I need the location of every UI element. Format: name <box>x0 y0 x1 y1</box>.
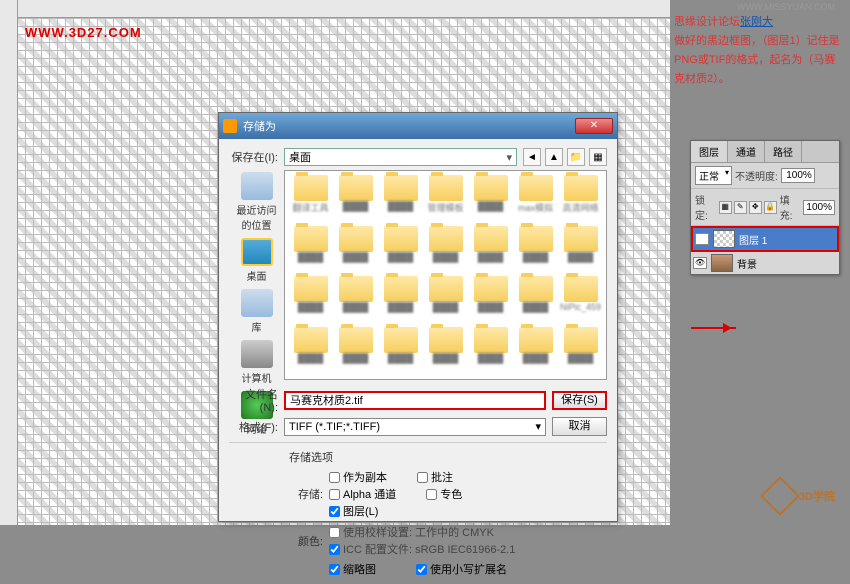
chk-lowercase[interactable]: 使用小写扩展名 <box>416 561 507 577</box>
folder-item[interactable]: 高清网络大图 <box>559 175 602 224</box>
app-icon <box>223 119 237 133</box>
watermark-side: WWW.MISSYUAN.COM <box>737 2 835 12</box>
save-options-label: 存储: <box>289 486 329 502</box>
folder-item[interactable]: ████ <box>559 327 602 376</box>
tab-layers[interactable]: 图层 <box>691 141 728 162</box>
lock-paint-icon[interactable]: ✎ <box>734 201 747 214</box>
folder-item[interactable]: ████ <box>334 175 377 224</box>
watermark-main: WWW.3D27.COM <box>25 25 142 40</box>
file-list[interactable]: 翻译工具████████管理模板文件████max模拟高清网络大图███████… <box>284 170 607 380</box>
back-icon[interactable]: ◄ <box>523 148 541 166</box>
fill-label: 填充: <box>780 192 801 222</box>
filename-label: 文件名(N): <box>229 386 284 414</box>
folder-item[interactable]: 管理模板文件 <box>424 175 467 224</box>
visibility-icon[interactable]: 👁 <box>693 257 707 269</box>
opacity-input[interactable]: 100% <box>781 168 815 183</box>
folder-item[interactable]: ████ <box>379 226 422 275</box>
place-recent[interactable]: 最近访问的位置 <box>233 172 281 232</box>
folder-item[interactable]: ████ <box>469 276 512 325</box>
save-as-dialog: 存储为 ✕ 保存在(I): 桌面 ◄ ▲ 📁 ▦ 最近访问的位置 桌面 库 计算… <box>218 112 618 522</box>
color-label: 颜色: <box>289 533 329 549</box>
folder-item[interactable]: ████ <box>469 327 512 376</box>
layers-panel: 图层 通道 路径 正常 不透明度: 100% 锁定: ▦ ✎ ✥ 🔒 填充: 1… <box>690 140 840 275</box>
folder-item[interactable]: NiPic_459 <box>559 276 602 325</box>
lock-all-icon[interactable]: 🔒 <box>764 201 777 214</box>
format-combo[interactable]: TIFF (*.TIF;*.TIFF) <box>284 418 546 436</box>
folder-item[interactable]: 翻译工具 <box>289 175 332 224</box>
options-title: 存储选项 <box>289 449 607 465</box>
folder-item[interactable]: ████ <box>289 226 332 275</box>
folder-item[interactable]: ████ <box>334 226 377 275</box>
places-bar: 最近访问的位置 桌面 库 计算机 网络 <box>229 170 284 380</box>
save-button[interactable]: 保存(S) <box>552 391 607 410</box>
toolbar-icons: ◄ ▲ 📁 ▦ <box>523 148 607 166</box>
place-library[interactable]: 库 <box>233 289 281 334</box>
chk-thumbnail[interactable]: 缩略图 <box>329 561 376 577</box>
folder-item[interactable]: ████ <box>424 327 467 376</box>
folder-item[interactable]: ████ <box>379 175 422 224</box>
chk-layers[interactable]: 图层(L) <box>329 503 378 519</box>
lock-label: 锁定: <box>695 192 716 222</box>
lock-transparent-icon[interactable]: ▦ <box>719 201 732 214</box>
filename-input[interactable]: 马赛克材质2.tif <box>284 391 546 410</box>
folder-item[interactable]: ████ <box>334 276 377 325</box>
folder-item[interactable]: ████ <box>379 327 422 376</box>
fill-input[interactable]: 100% <box>803 200 835 215</box>
folder-item[interactable]: ████ <box>289 276 332 325</box>
visibility-icon[interactable]: 👁 <box>695 233 709 245</box>
side-area: WWW.MISSYUAN.COM 思缘设计论坛张刚大 做好的黑边框图，（图层1）… <box>670 0 850 525</box>
tab-paths[interactable]: 路径 <box>765 141 802 162</box>
folder-item[interactable]: ████ <box>469 175 512 224</box>
logo-3d: 3D学院 <box>766 482 835 510</box>
folder-item[interactable]: ████ <box>379 276 422 325</box>
dialog-title: 存储为 <box>243 118 575 134</box>
folder-item[interactable]: max模拟 <box>514 175 557 224</box>
chk-proof[interactable]: 使用校样设置: 工作中的 CMYK <box>329 524 494 540</box>
folder-item[interactable]: ████ <box>424 226 467 275</box>
format-label: 格式(F): <box>229 419 284 435</box>
place-computer[interactable]: 计算机 <box>233 340 281 385</box>
close-button[interactable]: ✕ <box>575 118 613 134</box>
lock-move-icon[interactable]: ✥ <box>749 201 762 214</box>
annotation-text: 思缘设计论坛张刚大 做好的黑边框图，（图层1）记住是PNG或TIF的格式，起名为… <box>674 12 844 88</box>
folder-item[interactable]: ████ <box>424 276 467 325</box>
folder-item[interactable]: ████ <box>334 327 377 376</box>
ruler-vertical <box>0 0 18 525</box>
folder-item[interactable]: ████ <box>559 226 602 275</box>
folder-item[interactable]: ████ <box>469 226 512 275</box>
folder-item[interactable]: ████ <box>289 327 332 376</box>
savein-combo[interactable]: 桌面 <box>284 148 517 166</box>
layer-item-1[interactable]: 👁 图层 1 <box>691 226 839 252</box>
newfolder-icon[interactable]: 📁 <box>567 148 585 166</box>
dialog-titlebar[interactable]: 存储为 ✕ <box>219 113 617 139</box>
folder-item[interactable]: ████ <box>514 226 557 275</box>
annotation-arrow <box>691 327 736 329</box>
up-icon[interactable]: ▲ <box>545 148 563 166</box>
savein-label: 保存在(I): <box>229 149 284 165</box>
tab-channels[interactable]: 通道 <box>728 141 765 162</box>
layer-thumb <box>711 254 733 272</box>
layer-item-bg[interactable]: 👁 背景 <box>691 252 839 274</box>
folder-item[interactable]: ████ <box>514 327 557 376</box>
chk-notes[interactable]: 批注 <box>417 469 453 485</box>
blend-mode[interactable]: 正常 <box>695 166 732 185</box>
chk-alpha[interactable]: Alpha 通道 <box>329 486 396 502</box>
ruler-horizontal <box>0 0 670 18</box>
folder-item[interactable]: ████ <box>514 276 557 325</box>
cancel-button[interactable]: 取消 <box>552 417 607 436</box>
layer-thumb <box>713 230 735 248</box>
view-icon[interactable]: ▦ <box>589 148 607 166</box>
chk-spot[interactable]: 专色 <box>426 486 462 502</box>
place-desktop[interactable]: 桌面 <box>233 238 281 283</box>
chk-icc[interactable]: ICC 配置文件: sRGB IEC61966-2.1 <box>329 541 515 557</box>
chk-copy[interactable]: 作为副本 <box>329 469 387 485</box>
opacity-label: 不透明度: <box>735 168 778 183</box>
